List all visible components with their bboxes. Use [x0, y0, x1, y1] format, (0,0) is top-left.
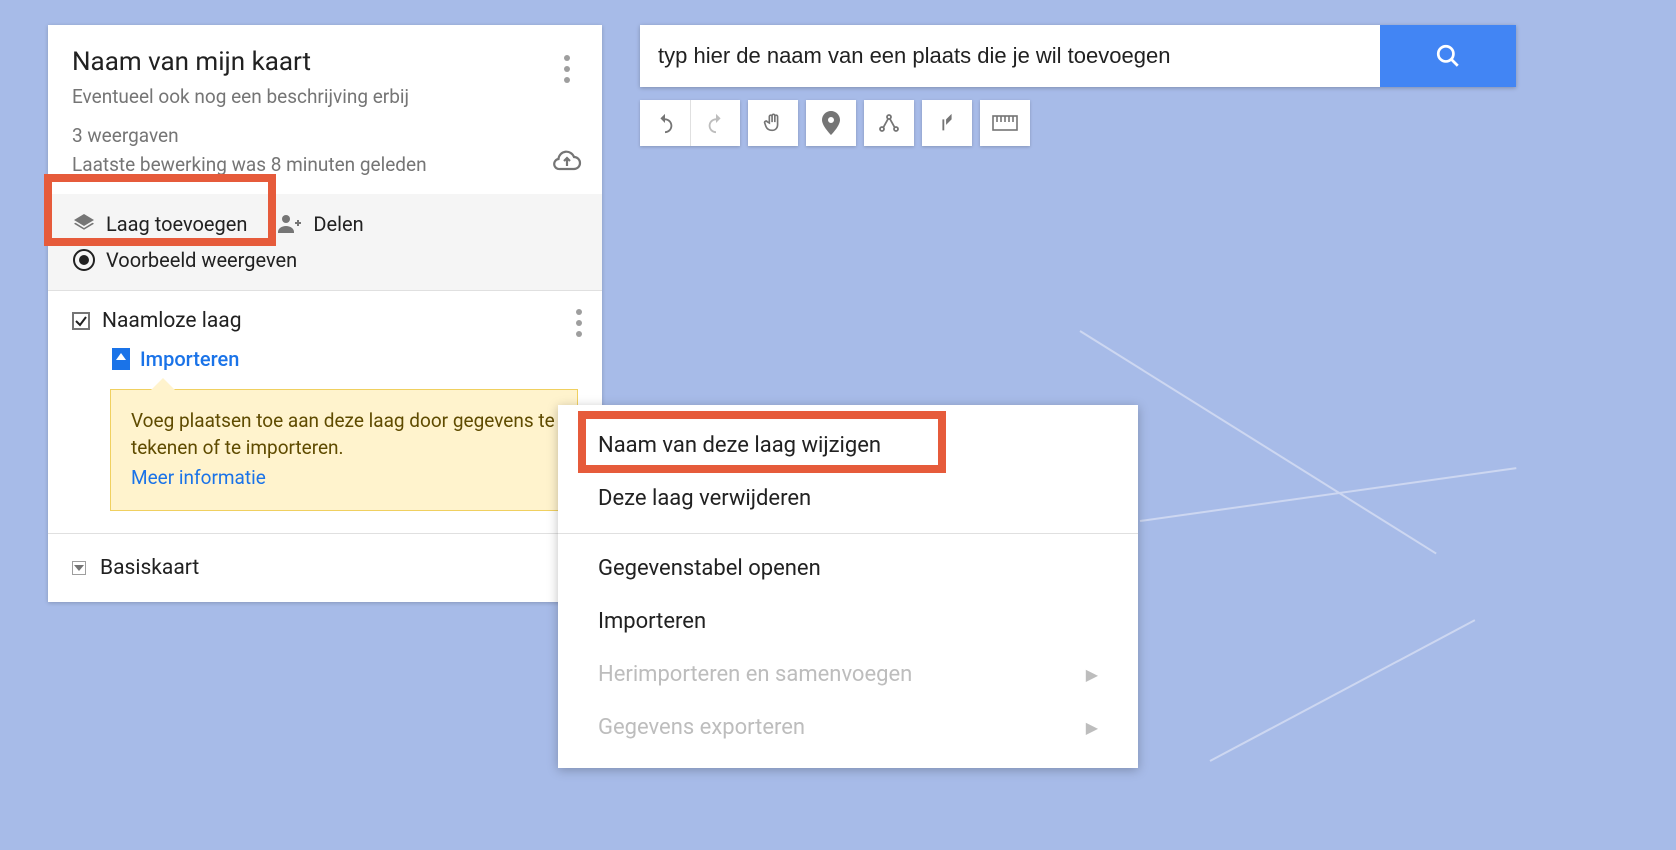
ctx-delete-label: Deze laag verwijderen [598, 486, 811, 511]
layer-header[interactable]: Naamloze laag [72, 309, 578, 333]
search-button[interactable] [1380, 25, 1516, 87]
more-vert-icon [564, 55, 570, 83]
basemap-label: Basiskaart [100, 556, 199, 580]
panel-header: Naam van mijn kaart Eventueel ook nog ee… [48, 25, 602, 194]
layer-overflow-button[interactable] [576, 309, 582, 337]
more-vert-icon [576, 309, 582, 337]
directions-tool[interactable] [922, 100, 972, 146]
redo-button[interactable] [690, 100, 740, 146]
share-button[interactable]: Delen [277, 212, 363, 236]
side-panel: Naam van mijn kaart Eventueel ook nog ee… [48, 25, 602, 602]
hand-icon [762, 112, 784, 134]
search-icon [1435, 43, 1461, 69]
ctx-rename-label: Naam van deze laag wijzigen [598, 433, 881, 458]
ctx-import[interactable]: Importeren [558, 595, 1138, 648]
ctx-reimport-label: Herimporteren en samenvoegen [598, 662, 912, 687]
map-title[interactable]: Naam van mijn kaart [72, 47, 578, 77]
import-file-icon [112, 348, 130, 370]
ctx-export: Gegevens exporteren ▶ [558, 701, 1138, 754]
import-label: Importeren [140, 347, 239, 371]
preview-label: Voorbeeld weergeven [106, 248, 297, 272]
map-overflow-button[interactable] [552, 49, 582, 89]
submenu-arrow-icon: ▶ [1086, 665, 1098, 684]
submenu-arrow-icon: ▶ [1086, 718, 1098, 737]
line-tool[interactable] [864, 100, 914, 146]
ruler-icon [992, 115, 1018, 131]
map-toolbar [640, 100, 1030, 146]
person-add-icon [277, 212, 303, 236]
undo-button[interactable] [640, 100, 690, 146]
add-layer-label: Laag toevoegen [106, 212, 247, 236]
directions-icon [936, 112, 958, 134]
tip-text: Voeg plaatsen toe aan deze laag door geg… [131, 409, 555, 459]
add-layer-button[interactable]: Laag toevoegen [72, 212, 247, 236]
basemap-section[interactable]: Basiskaart [48, 533, 602, 602]
cloud-sync-icon[interactable] [552, 150, 582, 176]
layer-context-menu: Naam van deze laag wijzigen Deze laag ve… [558, 405, 1138, 768]
views-count: 3 weergaven [72, 124, 578, 147]
ctx-import-label: Importeren [598, 609, 706, 634]
search-bar [640, 25, 1516, 87]
ctx-open-table[interactable]: Gegevenstabel openen [558, 542, 1138, 595]
layer-tip: Voeg plaatsen toe aan deze laag door geg… [110, 389, 578, 511]
ctx-reimport: Herimporteren en samenvoegen ▶ [558, 648, 1138, 701]
redo-icon [705, 112, 727, 134]
share-label: Delen [313, 212, 363, 236]
polyline-icon [877, 111, 901, 135]
ctx-rename-layer[interactable]: Naam van deze laag wijzigen [558, 419, 1138, 472]
ctx-separator [558, 533, 1138, 534]
actions-bar: Laag toevoegen Delen Voorbeeld weergeven [48, 194, 602, 290]
undo-icon [654, 112, 676, 134]
layer-name: Naamloze laag [102, 309, 242, 333]
import-link[interactable]: Importeren [112, 347, 578, 371]
last-edit: Laatste bewerking was 8 minuten geleden [72, 153, 578, 176]
layer-section: Naamloze laag Importeren Voeg plaatsen t… [48, 290, 602, 533]
ctx-delete-layer[interactable]: Deze laag verwijderen [558, 472, 1138, 525]
ctx-export-label: Gegevens exporteren [598, 715, 805, 740]
marker-tool[interactable] [806, 100, 856, 146]
marker-icon [822, 111, 840, 135]
search-input[interactable] [640, 25, 1380, 87]
preview-button[interactable]: Voorbeeld weergeven [72, 248, 578, 272]
tip-more-link[interactable]: Meer informatie [131, 465, 266, 492]
eye-icon [72, 248, 96, 272]
dropdown-icon [72, 561, 86, 575]
layers-icon [72, 212, 96, 236]
map-description[interactable]: Eventueel ook nog een beschrijving erbij [72, 85, 578, 108]
ctx-open-table-label: Gegevenstabel openen [598, 556, 821, 581]
measure-tool[interactable] [980, 100, 1030, 146]
pan-tool[interactable] [748, 100, 798, 146]
layer-visibility-checkbox[interactable] [72, 312, 90, 330]
